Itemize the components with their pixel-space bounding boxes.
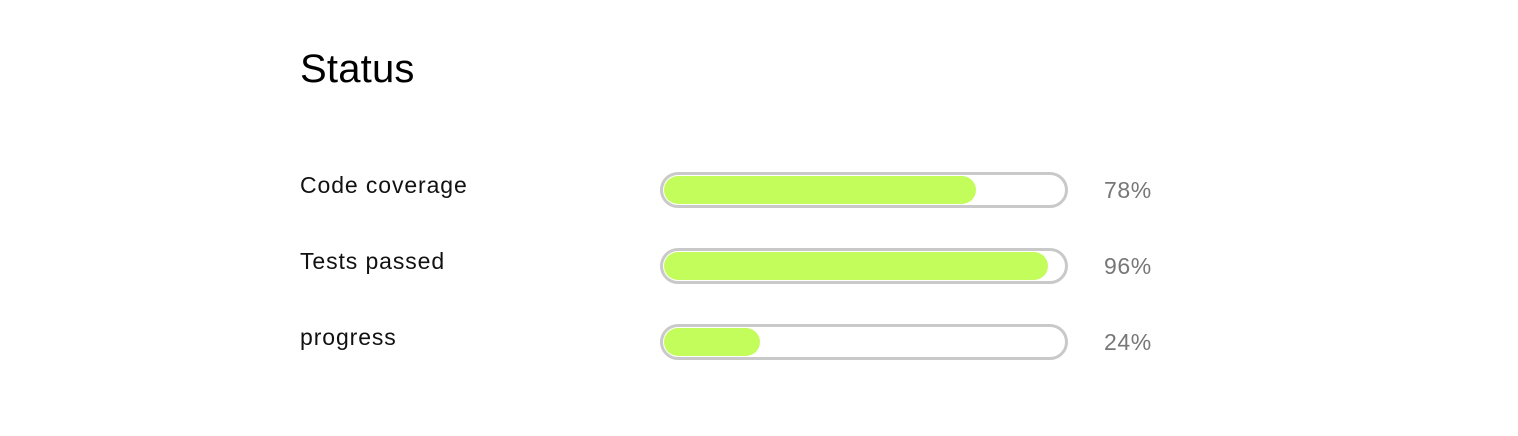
progress-bar-track xyxy=(660,324,1068,360)
metric-label: progress xyxy=(300,324,397,350)
metric-value: 96% xyxy=(1104,253,1152,279)
metric-label: Code coverage xyxy=(300,172,468,198)
progress-bar-track xyxy=(660,248,1068,284)
progress-bar-fill xyxy=(664,328,760,356)
metric-row-code-coverage: Code coverage 78% xyxy=(300,170,1200,210)
progress-bar-fill xyxy=(664,176,976,204)
status-panel: Status Code coverage 78% Tests passed 96… xyxy=(300,0,1200,436)
metric-label: Tests passed xyxy=(300,248,446,274)
page-title: Status xyxy=(300,47,415,91)
metric-value: 78% xyxy=(1104,177,1152,203)
metric-row-tests-passed: Tests passed 96% xyxy=(300,246,1200,286)
progress-bar-fill xyxy=(664,252,1048,280)
progress-bar-track xyxy=(660,172,1068,208)
metric-row-progress: progress 24% xyxy=(300,322,1200,362)
metric-value: 24% xyxy=(1104,329,1152,355)
